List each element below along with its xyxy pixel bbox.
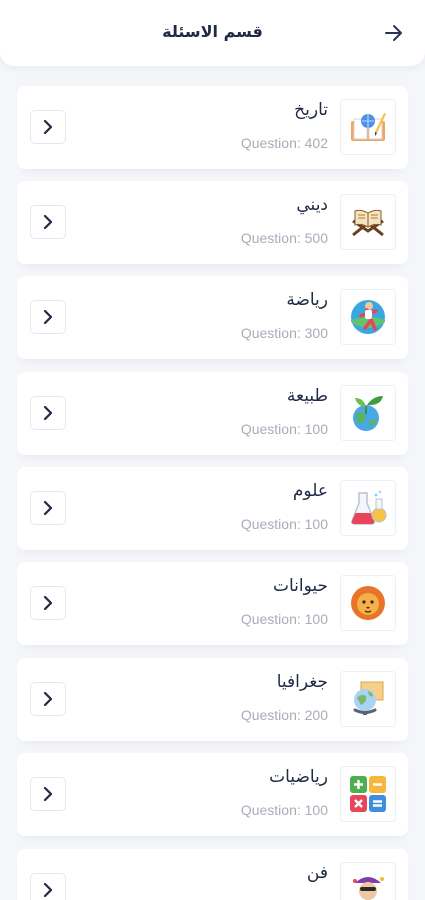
category-card-science[interactable]: علوم Question: 100 [17,467,408,550]
category-card-geography[interactable]: جغرافيا Question: 200 [17,658,408,741]
chevron-right-icon [43,692,53,706]
open-category-button[interactable] [30,777,66,811]
category-title: طبيعة [286,386,328,406]
category-card-art[interactable]: فن [17,849,408,900]
open-category-button[interactable] [30,682,66,716]
arrow-right-icon [385,25,402,41]
question-count: Question: 200 [240,707,328,723]
category-title: رياضة [286,290,328,310]
chevron-right-icon [43,501,53,515]
open-category-button[interactable] [30,205,66,239]
artist-icon [340,862,396,900]
category-card-religion[interactable]: ديني Question: 500 [17,181,408,264]
quran-icon [340,194,396,250]
chevron-right-icon [43,596,53,610]
category-title: جغرافيا [276,672,328,692]
calculator-icon [340,766,396,822]
globe-icon [340,671,396,727]
question-count: Question: 100 [240,516,328,532]
chevron-right-icon [43,406,53,420]
history-book-icon [340,99,396,155]
category-card-history[interactable]: تاريخ Question: 402 [17,86,408,169]
question-count: Question: 100 [240,611,328,627]
category-title: تاريخ [294,100,328,120]
open-category-button[interactable] [30,491,66,525]
flask-icon [340,480,396,536]
question-count: Question: 100 [240,802,328,818]
chevron-right-icon [43,310,53,324]
chevron-right-icon [43,120,53,134]
chevron-right-icon [43,215,53,229]
question-count: Question: 300 [240,325,328,341]
open-category-button[interactable] [30,300,66,334]
top-bar: قسم الاسئلة [0,0,425,66]
open-category-button[interactable] [30,586,66,620]
question-count: Question: 100 [240,421,328,437]
category-title: ديني [296,195,328,215]
chevron-right-icon [43,883,53,897]
category-card-animals[interactable]: حيوانات Question: 100 [17,562,408,645]
question-count: Question: 500 [240,230,328,246]
open-category-button[interactable] [30,873,66,900]
earth-plant-icon [340,385,396,441]
runner-icon [340,289,396,345]
category-card-nature[interactable]: طبيعة Question: 100 [17,372,408,455]
open-category-button[interactable] [30,396,66,430]
back-button[interactable] [383,22,405,44]
page-title: قسم الاسئلة [162,22,263,41]
category-title: رياضيات [269,767,328,787]
chevron-right-icon [43,787,53,801]
lion-icon [340,575,396,631]
category-title: حيوانات [272,576,328,596]
question-count: Question: 402 [240,135,328,151]
category-card-math[interactable]: رياضيات Question: 100 [17,753,408,836]
open-category-button[interactable] [30,110,66,144]
category-card-sports[interactable]: رياضة Question: 300 [17,276,408,359]
category-title: علوم [292,481,328,501]
category-title: فن [306,863,328,883]
